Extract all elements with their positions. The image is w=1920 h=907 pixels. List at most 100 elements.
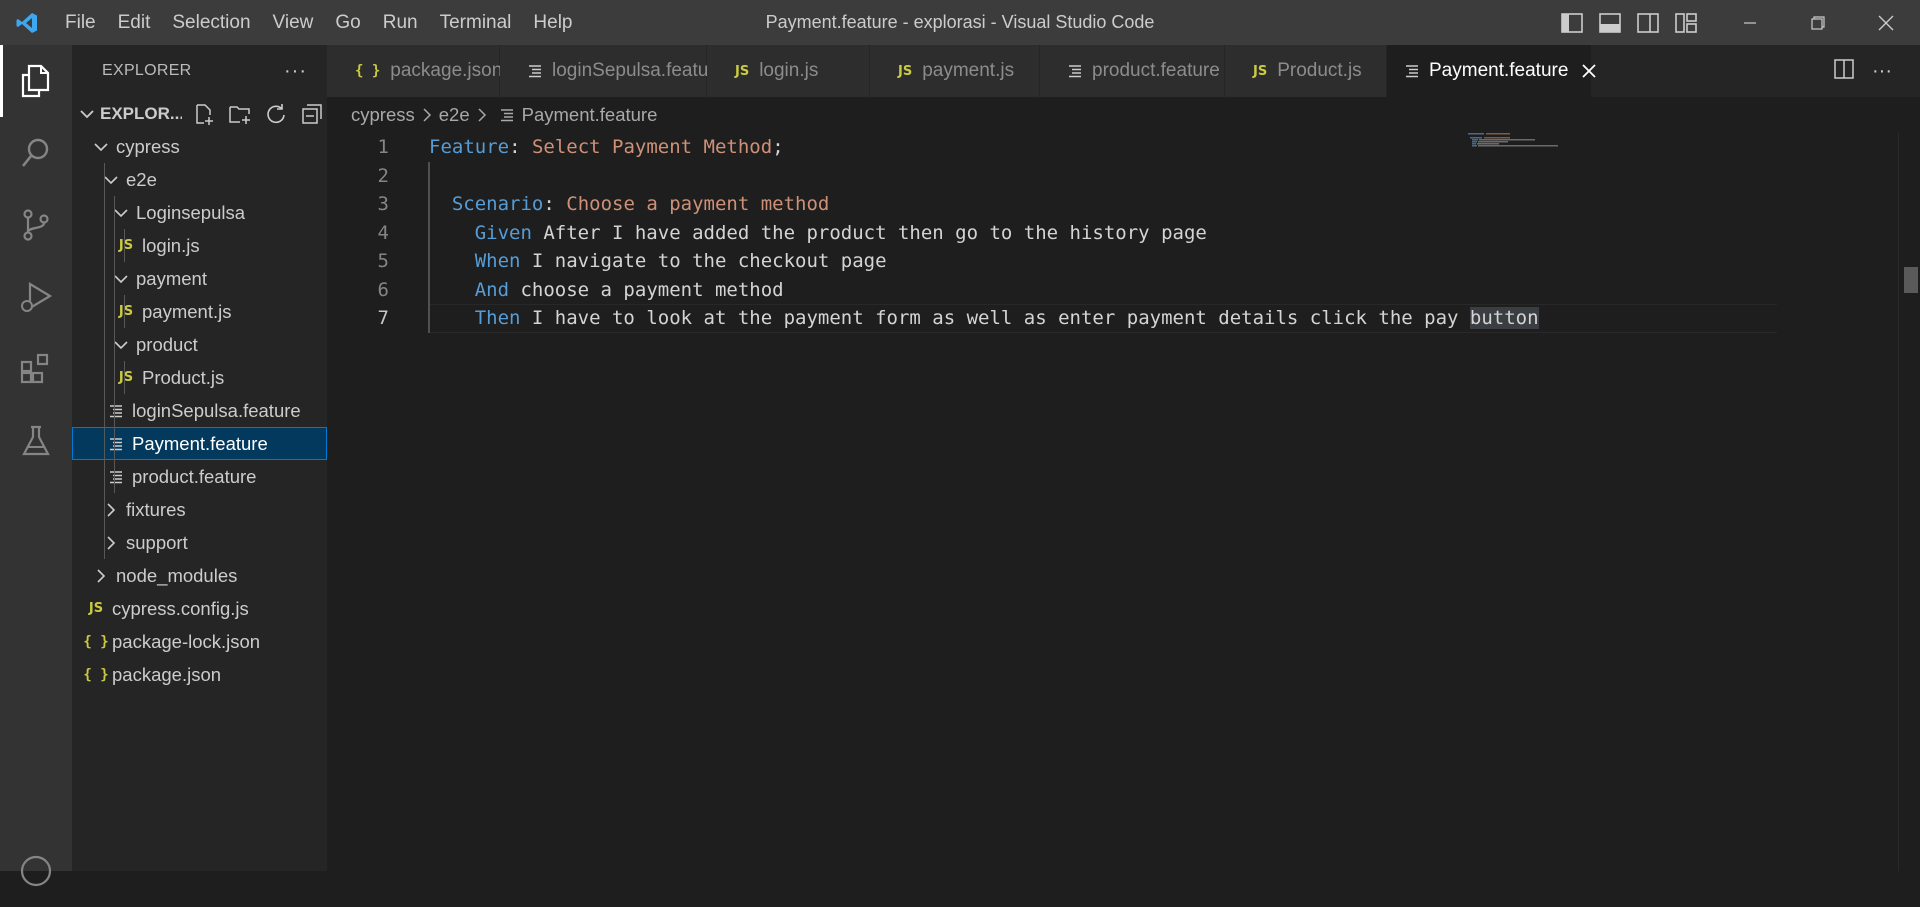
tree-folder[interactable]: support bbox=[72, 526, 327, 559]
editor-tab[interactable]: { } package.json bbox=[327, 45, 502, 97]
editor-tab[interactable]: JS Product.js bbox=[1225, 45, 1387, 97]
indent-guide bbox=[104, 328, 105, 361]
tree-item-label: package.json bbox=[112, 663, 222, 685]
tree-folder[interactable]: payment bbox=[72, 262, 327, 295]
feature-file-icon bbox=[500, 108, 514, 122]
indent-guide bbox=[114, 427, 115, 460]
toggle-panel-icon[interactable] bbox=[1598, 12, 1622, 34]
indent-guide bbox=[124, 295, 125, 328]
indent-guide bbox=[124, 361, 125, 394]
editor-tab[interactable]: loginSepulsa.feature bbox=[500, 45, 725, 97]
workspace-name: EXPLOR... bbox=[100, 103, 182, 123]
chevron-down-icon bbox=[92, 142, 110, 152]
tree-item-label: Loginsepulsa bbox=[136, 201, 246, 223]
indent-guide bbox=[104, 229, 105, 262]
tree-file[interactable]: JS login.js bbox=[72, 229, 327, 262]
editor-more-actions-icon[interactable]: ··· bbox=[1872, 60, 1892, 83]
minimap[interactable] bbox=[1460, 133, 1560, 193]
tree-item-label: fixtures bbox=[126, 498, 186, 520]
code-content: Then I have to look at the payment form … bbox=[475, 304, 1539, 333]
gherkin-title: Select Payment Method bbox=[531, 136, 773, 158]
editor-tabs: { } package.json loginSepulsa.feature JS log… bbox=[327, 45, 1920, 97]
tree-file[interactable]: { } package-lock.json bbox=[72, 625, 327, 658]
new-folder-icon[interactable] bbox=[226, 101, 254, 127]
tree-folder[interactable]: product bbox=[72, 328, 327, 361]
new-file-icon[interactable] bbox=[190, 101, 218, 127]
breadcrumb-item[interactable]: Payment.feature bbox=[522, 104, 658, 126]
workspace-section-header[interactable]: EXPLOR... bbox=[72, 97, 327, 130]
tree-file[interactable]: JS cypress.config.js bbox=[72, 592, 327, 625]
collapse-all-icon[interactable] bbox=[298, 101, 326, 127]
refresh-icon[interactable] bbox=[262, 101, 290, 127]
gherkin-keyword: Then bbox=[474, 307, 521, 329]
chevron-down-icon bbox=[78, 109, 96, 119]
tree-item-label: product bbox=[136, 333, 198, 355]
menu-run[interactable]: Run bbox=[372, 0, 429, 45]
search-icon[interactable] bbox=[0, 117, 72, 189]
editor-scrollbar[interactable] bbox=[1898, 133, 1920, 871]
code-text: I have to look at the payment form as we… bbox=[520, 307, 1470, 329]
minimize-button[interactable] bbox=[1716, 0, 1784, 45]
tree-item-label: payment bbox=[136, 267, 207, 289]
editor-tab[interactable]: Payment.feature bbox=[1387, 45, 1597, 97]
scrollbar-cursor-marker bbox=[1904, 267, 1918, 293]
explorer-icon[interactable] bbox=[0, 45, 72, 117]
menu-edit[interactable]: Edit bbox=[107, 0, 162, 45]
javascript-file-icon: JS bbox=[898, 63, 913, 79]
tree-file[interactable]: JS Product.js bbox=[72, 361, 327, 394]
close-tab-icon[interactable] bbox=[1582, 58, 1597, 84]
tree-item-label: e2e bbox=[126, 168, 157, 190]
tree-file[interactable]: product.feature bbox=[72, 460, 327, 493]
menu-go[interactable]: Go bbox=[324, 0, 371, 45]
code-text: choose a payment method bbox=[509, 278, 784, 301]
tree-folder[interactable]: cypress bbox=[72, 130, 327, 163]
gherkin-title: Choose a payment method bbox=[566, 193, 830, 215]
menu-view[interactable]: View bbox=[262, 0, 325, 45]
indent-guide bbox=[124, 229, 125, 262]
javascript-file-icon: JS bbox=[118, 370, 134, 385]
breadcrumb-item[interactable]: e2e bbox=[439, 104, 470, 126]
menu-help[interactable]: Help bbox=[522, 0, 583, 45]
tree-file[interactable]: JS payment.js bbox=[72, 295, 327, 328]
tree-folder[interactable]: e2e bbox=[72, 163, 327, 196]
editor-tab[interactable]: JS login.js bbox=[707, 45, 870, 97]
code-text: : bbox=[543, 193, 567, 215]
gherkin-keyword: Scenario bbox=[451, 193, 544, 215]
more-actions-icon[interactable]: ··· bbox=[284, 60, 307, 83]
restore-button[interactable] bbox=[1784, 0, 1852, 45]
testing-icon[interactable] bbox=[0, 405, 72, 477]
tree-item-label: payment.js bbox=[142, 300, 232, 322]
indent-guide bbox=[114, 460, 115, 493]
word-highlight: button bbox=[1469, 307, 1539, 329]
layout-controls bbox=[1560, 0, 1698, 45]
tree-file[interactable]: Payment.feature bbox=[72, 427, 327, 460]
tree-folder[interactable]: fixtures bbox=[72, 493, 327, 526]
code-text: I navigate to the checkout page bbox=[520, 250, 887, 272]
menu-terminal[interactable]: Terminal bbox=[429, 0, 523, 45]
menu-file[interactable]: File bbox=[54, 0, 107, 45]
close-window-button[interactable] bbox=[1852, 0, 1920, 45]
split-editor-icon[interactable] bbox=[1834, 58, 1854, 84]
editor-tab[interactable]: product.feature bbox=[1040, 45, 1225, 97]
toggle-primary-sidebar-icon[interactable] bbox=[1560, 12, 1584, 34]
tree-file[interactable]: { } package.json bbox=[72, 658, 327, 691]
line-number: 4 bbox=[377, 221, 389, 244]
tree-item-label: node_modules bbox=[116, 564, 238, 586]
tree-folder[interactable]: Loginsepulsa bbox=[72, 196, 327, 229]
menu-selection[interactable]: Selection bbox=[161, 0, 261, 45]
code-line: 5 When I navigate to the checkout page bbox=[327, 247, 1827, 276]
source-control-icon[interactable] bbox=[0, 189, 72, 261]
run-and-debug-icon[interactable] bbox=[0, 261, 72, 333]
feature-file-icon bbox=[528, 64, 542, 78]
accounts-icon[interactable] bbox=[0, 835, 72, 907]
feature-file-icon bbox=[1405, 64, 1419, 78]
editor-tab[interactable]: JS payment.js bbox=[870, 45, 1040, 97]
code-content: Feature: Select Payment Method; bbox=[429, 133, 784, 162]
tree-folder[interactable]: node_modules bbox=[72, 559, 327, 592]
toggle-secondary-sidebar-icon[interactable] bbox=[1636, 12, 1660, 34]
tree-file[interactable]: loginSepulsa.feature bbox=[72, 394, 327, 427]
customize-layout-icon[interactable] bbox=[1674, 12, 1698, 34]
extensions-icon[interactable] bbox=[0, 333, 72, 405]
breadcrumb-item[interactable]: cypress bbox=[351, 104, 415, 126]
code-editor[interactable]: 1 Feature: Select Payment Method; 2 3 Scenar… bbox=[327, 133, 1920, 871]
